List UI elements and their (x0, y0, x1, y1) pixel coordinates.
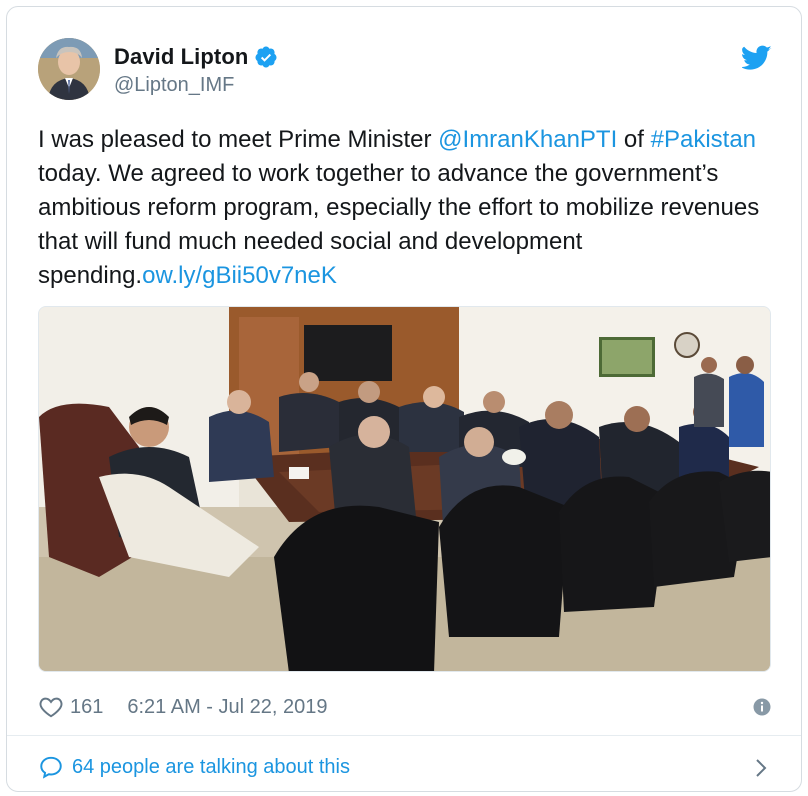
conversation-link[interactable]: 64 people are talking about this (38, 752, 771, 782)
twitter-bird-icon[interactable] (742, 45, 772, 71)
tweet-link[interactable]: ow.ly/gBii50v7neK (142, 262, 337, 289)
tweet-timestamp[interactable]: 6:21 AM - Jul 22, 2019 (127, 696, 327, 719)
chevron-right-icon[interactable] (755, 758, 767, 778)
tweet-link[interactable]: @ImranKhanPTI (438, 126, 617, 153)
tweet-text: I was pleased to meet Prime Minister @Im… (38, 123, 778, 293)
tweet-text-segment: I was pleased to meet Prime Minister (38, 126, 439, 153)
author-block: David Lipton @Lipton_IMF (114, 44, 278, 97)
tweet-photo[interactable] (38, 306, 771, 672)
like-count[interactable]: 161 (70, 696, 103, 719)
tweet-text-segment: of (617, 126, 651, 153)
tweet-link[interactable]: #Pakistan (651, 126, 756, 153)
talking-count[interactable]: 64 people are talking about this (72, 756, 350, 779)
heart-icon[interactable] (38, 694, 64, 720)
author-name[interactable]: David Lipton (114, 44, 248, 70)
info-icon[interactable] (753, 698, 771, 716)
author-handle[interactable]: @Lipton_IMF (114, 74, 278, 97)
speech-bubble-icon (40, 756, 62, 779)
verified-badge-icon (255, 46, 277, 68)
name-row: David Lipton (114, 44, 278, 70)
tweet-card: David Lipton @Lipton_IMF I was pleased t… (6, 6, 802, 792)
footer-divider (7, 735, 801, 736)
tweet-meta: 161 6:21 AM - Jul 22, 2019 (38, 692, 771, 722)
tweet-header: David Lipton @Lipton_IMF (38, 37, 778, 107)
avatar[interactable] (38, 38, 100, 100)
